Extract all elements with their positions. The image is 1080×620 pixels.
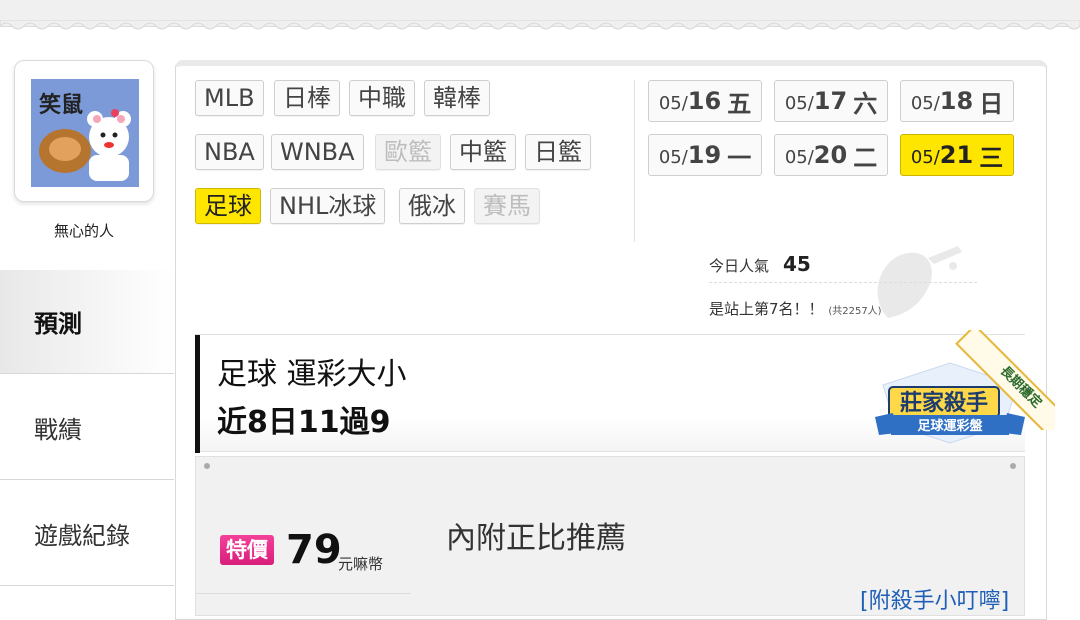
pin-icon xyxy=(204,463,210,469)
sidebar-item-record[interactable]: 戰績 xyxy=(0,376,174,480)
sport-tag-soccer[interactable]: 足球 xyxy=(195,188,261,224)
sidebar-item-label: 戰績 xyxy=(34,416,82,444)
user-name: 無心的人 xyxy=(53,222,114,240)
sport-tag-khl[interactable]: 俄冰 xyxy=(399,188,465,224)
avatar-caption: 笑鼠 xyxy=(39,92,84,118)
sidebar-item-label: 預測 xyxy=(34,310,82,338)
price-unit: 元嘛幣 xyxy=(338,555,384,573)
popularity-row: 今日人氣 45 xyxy=(709,252,977,283)
sport-tag-euro-basketball: 歐籃 xyxy=(375,134,441,170)
offer-description: 內附正比推薦 xyxy=(446,521,626,556)
divider xyxy=(196,593,411,594)
date-tag-0521[interactable]: 05/21 三 xyxy=(900,134,1014,176)
weekday-label: 一 xyxy=(727,143,752,172)
long-term-stable-ribbon: 長期穩定 xyxy=(955,330,1055,430)
weekday-label: 日 xyxy=(979,89,1004,118)
rank-row: 是站上第7名！！ (共2257人) xyxy=(709,298,882,319)
avatar-card[interactable]: 笑鼠 xyxy=(14,60,154,202)
sport-tag-kbo[interactable]: 韓棒 xyxy=(424,80,490,116)
section-title: 足球 運彩大小 xyxy=(217,357,407,392)
sport-tag-wnba[interactable]: WNBA xyxy=(271,134,364,170)
date-label: 05/21 xyxy=(910,141,974,169)
avatar: 笑鼠 xyxy=(31,79,139,187)
weekday-label: 六 xyxy=(853,89,878,118)
rank-text: 是站上第7名！！ xyxy=(709,300,824,318)
sport-tag-mlb[interactable]: MLB xyxy=(195,80,264,116)
date-tag-0519[interactable]: 05/19 一 xyxy=(648,134,762,176)
sidebar-item-game-log[interactable]: 遊戲紀錄 xyxy=(0,482,174,586)
date-label: 05/17 xyxy=(784,87,848,115)
date-label: 05/19 xyxy=(658,141,722,169)
weekday-label: 五 xyxy=(727,89,752,118)
popularity-label: 今日人氣 xyxy=(709,257,770,275)
sport-tag-horse-racing: 賽馬 xyxy=(474,188,540,224)
price-value: 79 xyxy=(286,527,342,573)
special-price-badge: 特價 xyxy=(220,535,274,565)
sport-tag-npb[interactable]: 日棒 xyxy=(274,80,340,116)
top-border xyxy=(0,0,1080,30)
section-record: 近8日11過9 xyxy=(217,405,391,440)
header-accent-bar xyxy=(195,335,200,453)
prediction-header: 足球 運彩大小 近8日11過9 莊家殺手 足球運彩盤 xyxy=(195,334,1025,453)
sport-tag-nba[interactable]: NBA xyxy=(195,134,264,170)
pin-icon xyxy=(1010,463,1016,469)
rank-total: (共2257人) xyxy=(828,306,882,317)
date-tag-0520[interactable]: 05/20 二 xyxy=(774,134,888,176)
date-tag-0517[interactable]: 05/17 六 xyxy=(774,80,888,122)
sport-tag-nhl[interactable]: NHL冰球 xyxy=(270,188,386,224)
date-tag-0516[interactable]: 05/16 五 xyxy=(648,80,762,122)
killer-tip-link[interactable]: [附殺手小叮嚀] xyxy=(860,583,1009,615)
date-tag-0518[interactable]: 05/18 日 xyxy=(900,80,1014,122)
sport-tag-cba[interactable]: 中籃 xyxy=(450,134,516,170)
date-label: 05/16 xyxy=(658,87,722,115)
sport-tag-jpn-basketball[interactable]: 日籃 xyxy=(525,134,591,170)
date-label: 05/18 xyxy=(910,87,974,115)
ribbon-text: 長期穩定 xyxy=(955,330,1055,430)
divider xyxy=(634,80,635,242)
weekday-label: 三 xyxy=(979,143,1004,172)
sidebar-item-label: 遊戲紀錄 xyxy=(34,522,130,550)
date-label: 05/20 xyxy=(784,141,848,169)
popularity-value: 45 xyxy=(783,252,811,276)
offer-box: 特價 79 元嘛幣 內附正比推薦 [附殺手小叮嚀] xyxy=(195,456,1025,616)
sport-tag-cpbl[interactable]: 中職 xyxy=(349,80,415,116)
sidebar-item-predict[interactable]: 預測 xyxy=(0,270,174,374)
weekday-label: 二 xyxy=(853,143,878,172)
